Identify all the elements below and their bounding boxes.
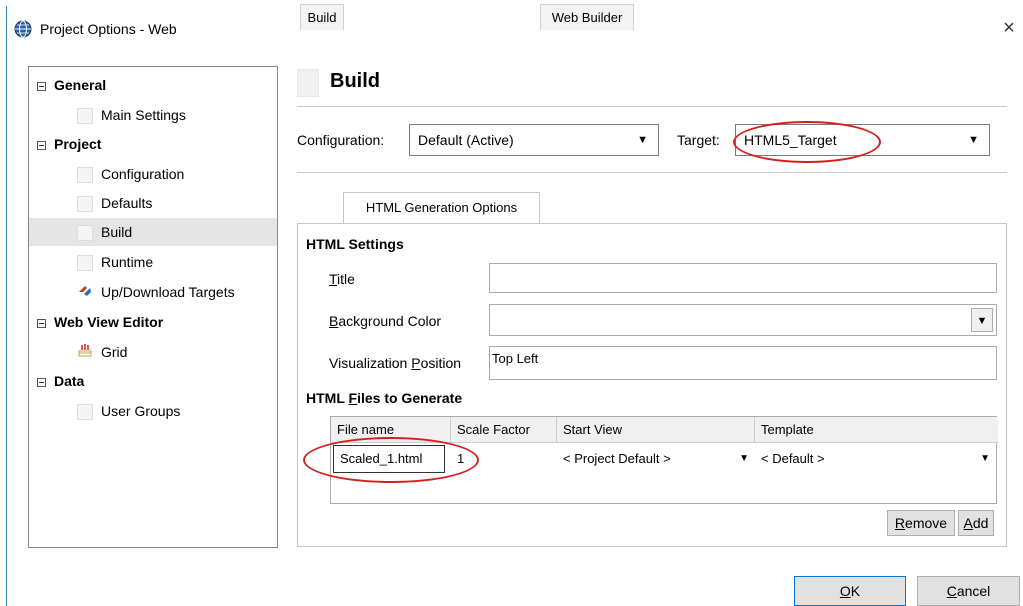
- tree-item-label: User Groups: [101, 403, 181, 419]
- column-header-start-view[interactable]: Start View: [557, 417, 755, 443]
- title-input[interactable]: [489, 263, 997, 293]
- blank-page-icon: [77, 225, 93, 242]
- files-heading-text-end: iles to Generate: [357, 390, 463, 406]
- divider: [297, 172, 1007, 173]
- ok-button[interactable]: OK: [794, 576, 906, 606]
- tree-item-runtime[interactable]: Runtime: [77, 251, 153, 273]
- visualization-position-label: Visualization Position: [329, 355, 461, 371]
- grid-icon: [77, 342, 93, 364]
- files-heading-text: HTML: [306, 390, 349, 406]
- close-icon[interactable]: ×: [998, 16, 1020, 40]
- tree-group-general[interactable]: General: [37, 74, 277, 96]
- start-view-cell[interactable]: < Project Default > ▼: [557, 444, 755, 474]
- dropdown-button[interactable]: ▼: [971, 308, 993, 332]
- collapse-icon[interactable]: [37, 319, 46, 328]
- tree-item-user-groups[interactable]: User Groups: [77, 400, 180, 422]
- cancel-label-text: ancel: [956, 583, 991, 599]
- blank-page-icon: [77, 255, 93, 272]
- annotation-ellipse: [733, 121, 881, 163]
- tree-group-label: Project: [54, 136, 102, 152]
- column-header-template[interactable]: Template: [755, 417, 998, 443]
- title-label-text: itle: [337, 271, 355, 287]
- cancel-button[interactable]: Cancel: [917, 576, 1020, 606]
- visualization-position-input[interactable]: Top Left: [489, 346, 997, 380]
- remove-mnemonic: R: [894, 515, 906, 531]
- tab-web-builder[interactable]: Web Builder: [540, 4, 634, 30]
- configuration-select[interactable]: Default (Active) ▼: [409, 124, 659, 156]
- globe-icon: [14, 20, 32, 38]
- tree-item-configuration[interactable]: Configuration: [77, 163, 184, 185]
- collapse-icon[interactable]: [37, 141, 46, 150]
- tree-group-label: Web View Editor: [54, 314, 164, 330]
- ok-label-text: K: [850, 583, 861, 599]
- title-label-mnemonic: T: [329, 271, 338, 287]
- title-label: Title: [329, 271, 355, 287]
- tree-group-project[interactable]: Project: [37, 133, 101, 155]
- html-files-heading: HTML Files to Generate: [306, 390, 462, 406]
- blank-page-icon: [77, 196, 93, 213]
- transfer-icon: [77, 282, 93, 304]
- files-heading-mnemonic: F: [348, 390, 358, 406]
- template-cell[interactable]: < Default > ▼: [755, 444, 998, 474]
- remove-button[interactable]: Remove: [887, 510, 955, 536]
- tab-build[interactable]: Build: [300, 4, 344, 30]
- collapse-icon[interactable]: [37, 378, 46, 387]
- tree-item-grid[interactable]: Grid: [77, 341, 127, 363]
- add-mnemonic: A: [963, 515, 973, 531]
- tab-html-generation-options[interactable]: HTML Generation Options: [343, 192, 540, 223]
- tree-group-data[interactable]: Data: [37, 370, 84, 392]
- annotation-ellipse: [303, 437, 479, 483]
- chevron-down-icon: ▼: [739, 453, 749, 464]
- blank-page-icon: [77, 404, 93, 421]
- tree-item-label: Grid: [101, 344, 128, 360]
- add-label-text: dd: [972, 515, 989, 531]
- add-button[interactable]: Add: [958, 510, 994, 536]
- tree-item-label: Configuration: [101, 166, 185, 182]
- tree-group-label: Data: [54, 373, 85, 389]
- bg-label-mnemonic: B: [329, 313, 339, 329]
- tree-item-label: Runtime: [101, 254, 154, 270]
- tree-item-label: Defaults: [101, 195, 153, 211]
- column-header-scale-factor[interactable]: Scale Factor: [451, 417, 557, 443]
- tree-group-web-view-editor[interactable]: Web View Editor: [37, 311, 163, 333]
- vis-label-text: Visualization: [329, 355, 412, 371]
- tree-item-defaults[interactable]: Defaults: [77, 192, 152, 214]
- vis-label-mnemonic: P: [411, 355, 421, 371]
- background-color-select[interactable]: ▼: [489, 304, 997, 336]
- vis-label-text-end: osition: [420, 355, 462, 371]
- tree-item-up-download-targets[interactable]: Up/Download Targets: [77, 281, 235, 303]
- tree-item-label: Main Settings: [101, 107, 186, 123]
- background-color-label: Background Color: [329, 313, 441, 329]
- ok-mnemonic: O: [839, 583, 851, 599]
- tree-item-label: Build: [101, 224, 133, 240]
- html-settings-heading: HTML Settings: [306, 236, 404, 252]
- template-value: < Default >: [761, 451, 825, 466]
- chevron-down-icon: ▼: [968, 134, 979, 146]
- configuration-value: Default (Active): [418, 132, 514, 148]
- bg-label-text: ackground Color: [338, 313, 442, 329]
- tree-item-label: Up/Download Targets: [101, 284, 235, 300]
- divider: [297, 106, 1007, 107]
- blank-page-icon: [77, 108, 93, 125]
- start-view-value: < Project Default >: [563, 451, 671, 466]
- blank-page-icon: [77, 167, 93, 184]
- chevron-down-icon: ▼: [980, 453, 990, 464]
- window-title: Project Options - Web: [40, 21, 177, 37]
- options-tree[interactable]: General Main Settings Project Configurat…: [28, 66, 278, 548]
- tree-item-build[interactable]: Build: [29, 218, 277, 246]
- collapse-icon[interactable]: [37, 82, 46, 91]
- chevron-down-icon: ▼: [637, 134, 648, 146]
- tree-item-main-settings[interactable]: Main Settings: [77, 104, 186, 126]
- page-title: Build: [330, 70, 380, 92]
- configuration-label: Configuration:: [297, 132, 385, 148]
- cancel-mnemonic: C: [946, 583, 957, 599]
- remove-label-text: emove: [905, 515, 948, 531]
- target-label: Target:: [677, 132, 720, 148]
- tree-group-label: General: [54, 77, 107, 93]
- page-icon: [297, 69, 319, 97]
